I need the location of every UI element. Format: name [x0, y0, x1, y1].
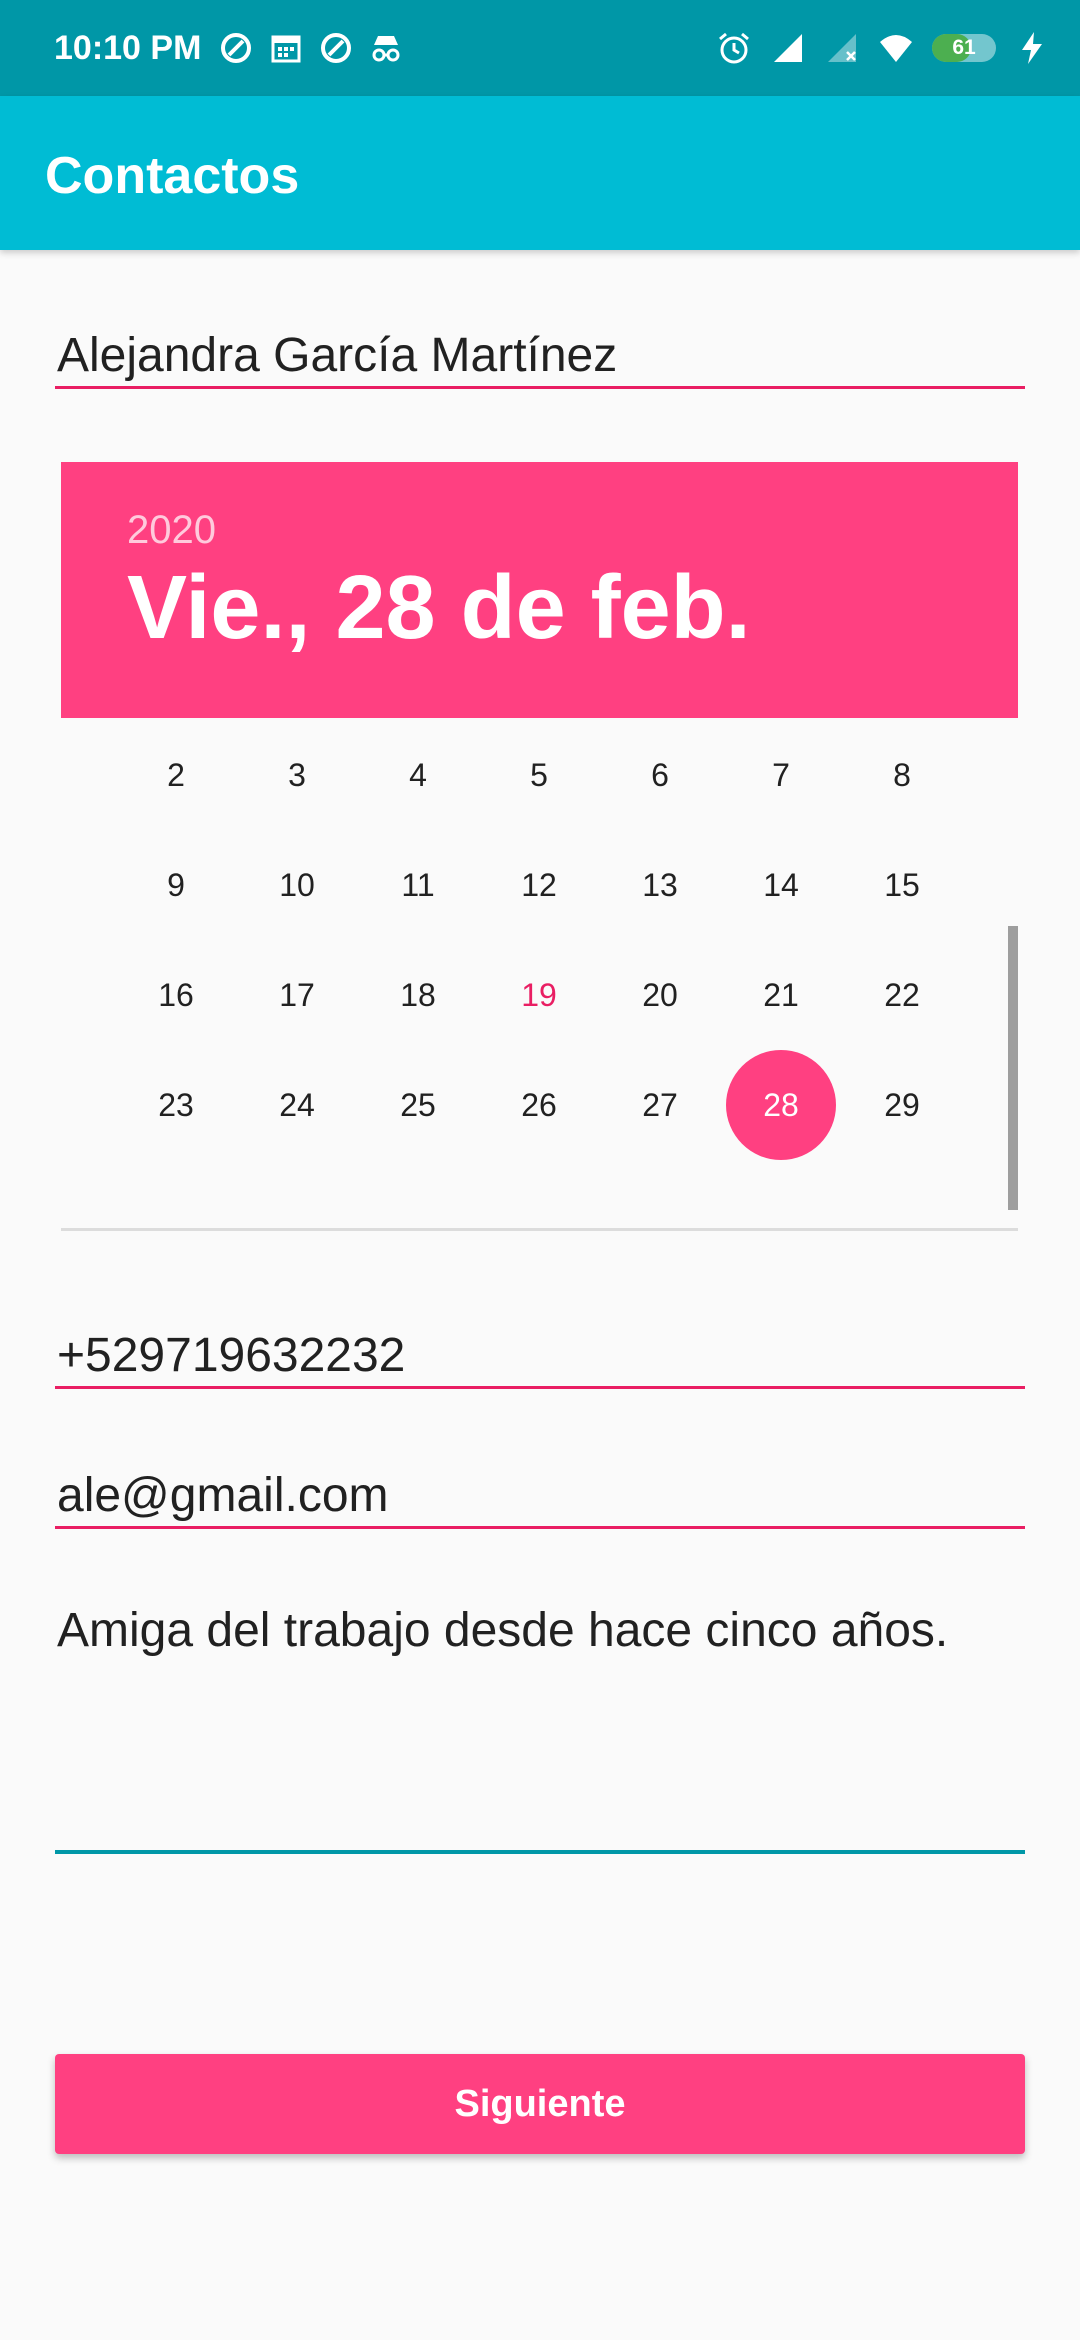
sync-icon [221, 33, 251, 63]
date-picker-selected-date[interactable]: Vie., 28 de feb. [127, 558, 751, 658]
date-picker-calendar: 2 3 4 5 6 7 8 9 10 11 12 13 14 15 16 17 18 19 20 21 22 23 24 25… [116, 720, 956, 1190]
calendar-day[interactable]: 26 [484, 1050, 594, 1160]
phone-field-value: +529719632232 [57, 1329, 406, 1382]
calendar-day[interactable]: 13 [605, 830, 715, 940]
calendar-day[interactable]: 14 [726, 830, 836, 940]
email-field[interactable]: ale@gmail.com [55, 1466, 1025, 1529]
calendar-day[interactable]: 24 [242, 1050, 352, 1160]
calendar-icon [271, 35, 301, 63]
calendar-day[interactable]: 2 [121, 720, 231, 830]
calendar-day[interactable]: 8 [847, 720, 957, 830]
battery-level-text: 61 [952, 36, 976, 59]
charging-icon [1022, 32, 1042, 64]
name-field[interactable]: Alejandra García Martínez [55, 326, 1025, 389]
calendar-day[interactable]: 18 [363, 940, 473, 1050]
phone-field[interactable]: +529719632232 [55, 1326, 1025, 1389]
calendar-day[interactable]: 3 [242, 720, 352, 830]
date-picker-scrollbar[interactable] [1008, 926, 1018, 1210]
wifi-icon [880, 35, 912, 62]
calendar-day[interactable]: 29 [847, 1050, 957, 1160]
calendar-day[interactable]: 7 [726, 720, 836, 830]
page-title: Contactos [45, 147, 300, 205]
calendar-day[interactable]: 5 [484, 720, 594, 830]
calendar-day[interactable]: 6 [605, 720, 715, 830]
incognito-icon [372, 36, 400, 62]
calendar-day[interactable]: 4 [363, 720, 473, 830]
signal-icon [774, 34, 802, 62]
calendar-day[interactable]: 21 [726, 940, 836, 1050]
sync-icon [321, 33, 351, 63]
status-time: 10:10 PM [54, 29, 202, 67]
battery-icon: 61 [932, 34, 996, 62]
calendar-day[interactable]: 25 [363, 1050, 473, 1160]
calendar-day[interactable]: 27 [605, 1050, 715, 1160]
calendar-day[interactable]: 19 [484, 940, 594, 1050]
app-bar: Contactos [0, 96, 1080, 250]
signal-x-icon [828, 34, 856, 62]
alarm-icon [719, 32, 749, 64]
date-picker-header: 2020 Vie., 28 de feb. [61, 462, 1018, 718]
date-picker-year[interactable]: 2020 [127, 506, 216, 554]
description-field-value: Amiga del trabajo desde hace cinco años. [57, 1604, 949, 1657]
calendar-day[interactable]: 12 [484, 830, 594, 940]
calendar-day[interactable]: 23 [121, 1050, 231, 1160]
calendar-day[interactable]: 9 [121, 830, 231, 940]
calendar-day[interactable]: 10 [242, 830, 352, 940]
calendar-day[interactable]: 22 [847, 940, 957, 1050]
calendar-day-selected[interactable]: 28 [726, 1050, 836, 1160]
calendar-day[interactable]: 16 [121, 940, 231, 1050]
description-field[interactable]: Amiga del trabajo desde hace cinco años. [55, 1600, 1025, 1854]
calendar-day[interactable]: 17 [242, 940, 352, 1050]
divider [61, 1228, 1018, 1231]
calendar-day[interactable]: 20 [605, 940, 715, 1050]
next-button[interactable]: Siguiente [55, 2054, 1025, 2154]
status-right-icons: 61 [716, 26, 1050, 70]
email-field-value: ale@gmail.com [57, 1469, 389, 1522]
status-left-icons [218, 28, 404, 68]
status-bar: 10:10 PM 61 [0, 0, 1080, 96]
calendar-day[interactable]: 15 [847, 830, 957, 940]
name-field-value: Alejandra García Martínez [57, 329, 618, 382]
calendar-day[interactable]: 11 [363, 830, 473, 940]
